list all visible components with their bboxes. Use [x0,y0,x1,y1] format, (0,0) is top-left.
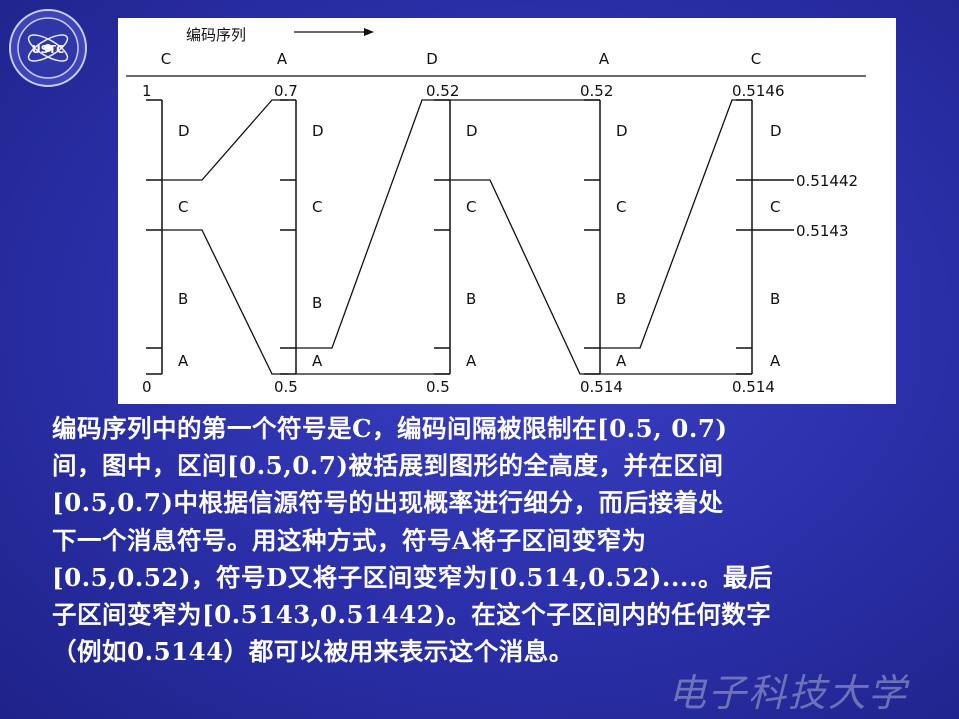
col3-top-value: 0.52 [426,82,459,100]
col1-label-a: A [178,352,189,370]
caption-line-4: 下一个消息符号。用这种方式，符号A将子区间变窄为 [52,525,647,555]
col2-top-value: 0.7 [274,82,298,100]
caption-line-3: [0.5,0.7)中根据信源符号的出现概率进行细分，而后接着处 [52,488,724,518]
col3-label-b: B [466,290,476,308]
symbol-2: A [277,50,288,68]
col4-bottom-value: 0.514 [580,378,623,396]
logo-text: USTC [32,43,64,56]
symbol-3: D [426,50,438,68]
caption-text: 编码序列中的第一个符号是C，编码间隔被限制在[0.5, 0.7) 间，图中，区间… [52,410,922,670]
col1-label-c: C [178,198,188,216]
col5-label-c: C [770,198,780,216]
sequence-arrow-head [364,28,374,36]
caption-line-1: 编码序列中的第一个符号是C，编码间隔被限制在[0.5, 0.7) [52,414,728,443]
col5-label-a: A [770,352,781,370]
sequence-label: 编码序列 [186,26,246,44]
col5-label-b: B [770,290,780,308]
symbol-1: C [161,50,171,68]
final-mark-upper: 0.51442 [796,172,858,190]
col1-top-value: 1 [142,82,152,100]
col2-bottom-value: 0.5 [274,378,298,396]
caption-line-2: 间，图中，区间[0.5,0.7)被括展到图形的全高度，并在区间 [52,451,724,481]
col5-label-d: D [770,122,782,140]
symbol-5: C [751,50,761,68]
connector-1-2-top [162,99,288,181]
caption-line-5: [0.5,0.52)，符号D又将子区间变窄为[0.514,0.52)....。最… [52,562,773,592]
col1-label-b: B [178,290,188,308]
col2-label-a: A [312,352,323,370]
col4-top-value: 0.52 [580,82,613,100]
col1-label-d: D [178,122,190,140]
col4-label-b: B [616,290,626,308]
col2-label-c: C [312,198,322,216]
col3-label-d: D [466,122,478,140]
diagram-svg: 编码序列 C A D A C 1 0 D C B A 0.7 0.5 D C B… [126,26,866,396]
col3-bottom-value: 0.5 [426,378,450,396]
col1-bottom-value: 0 [142,378,152,396]
col5-top-value: 0.5146 [732,82,785,100]
col3-label-a: A [466,352,477,370]
col4-label-c: C [616,198,626,216]
col4-label-a: A [616,352,627,370]
arithmetic-coding-diagram: 编码序列 C A D A C 1 0 D C B A 0.7 0.5 D C B… [118,18,896,404]
symbol-4: A [599,50,610,68]
caption-line-6: 子区间变窄为[0.5143,0.51442)。在这个子区间内的任何数字 [52,600,772,630]
col4-label-d: D [616,122,628,140]
col2-label-d: D [312,122,324,140]
col2-label-b: B [312,294,322,312]
col5-bottom-value: 0.514 [732,378,775,396]
col3-label-c: C [466,198,476,216]
university-watermark: 电子科技大学 [668,671,909,715]
final-mark-lower: 0.5143 [796,222,849,240]
university-logo: USTC [8,8,88,88]
